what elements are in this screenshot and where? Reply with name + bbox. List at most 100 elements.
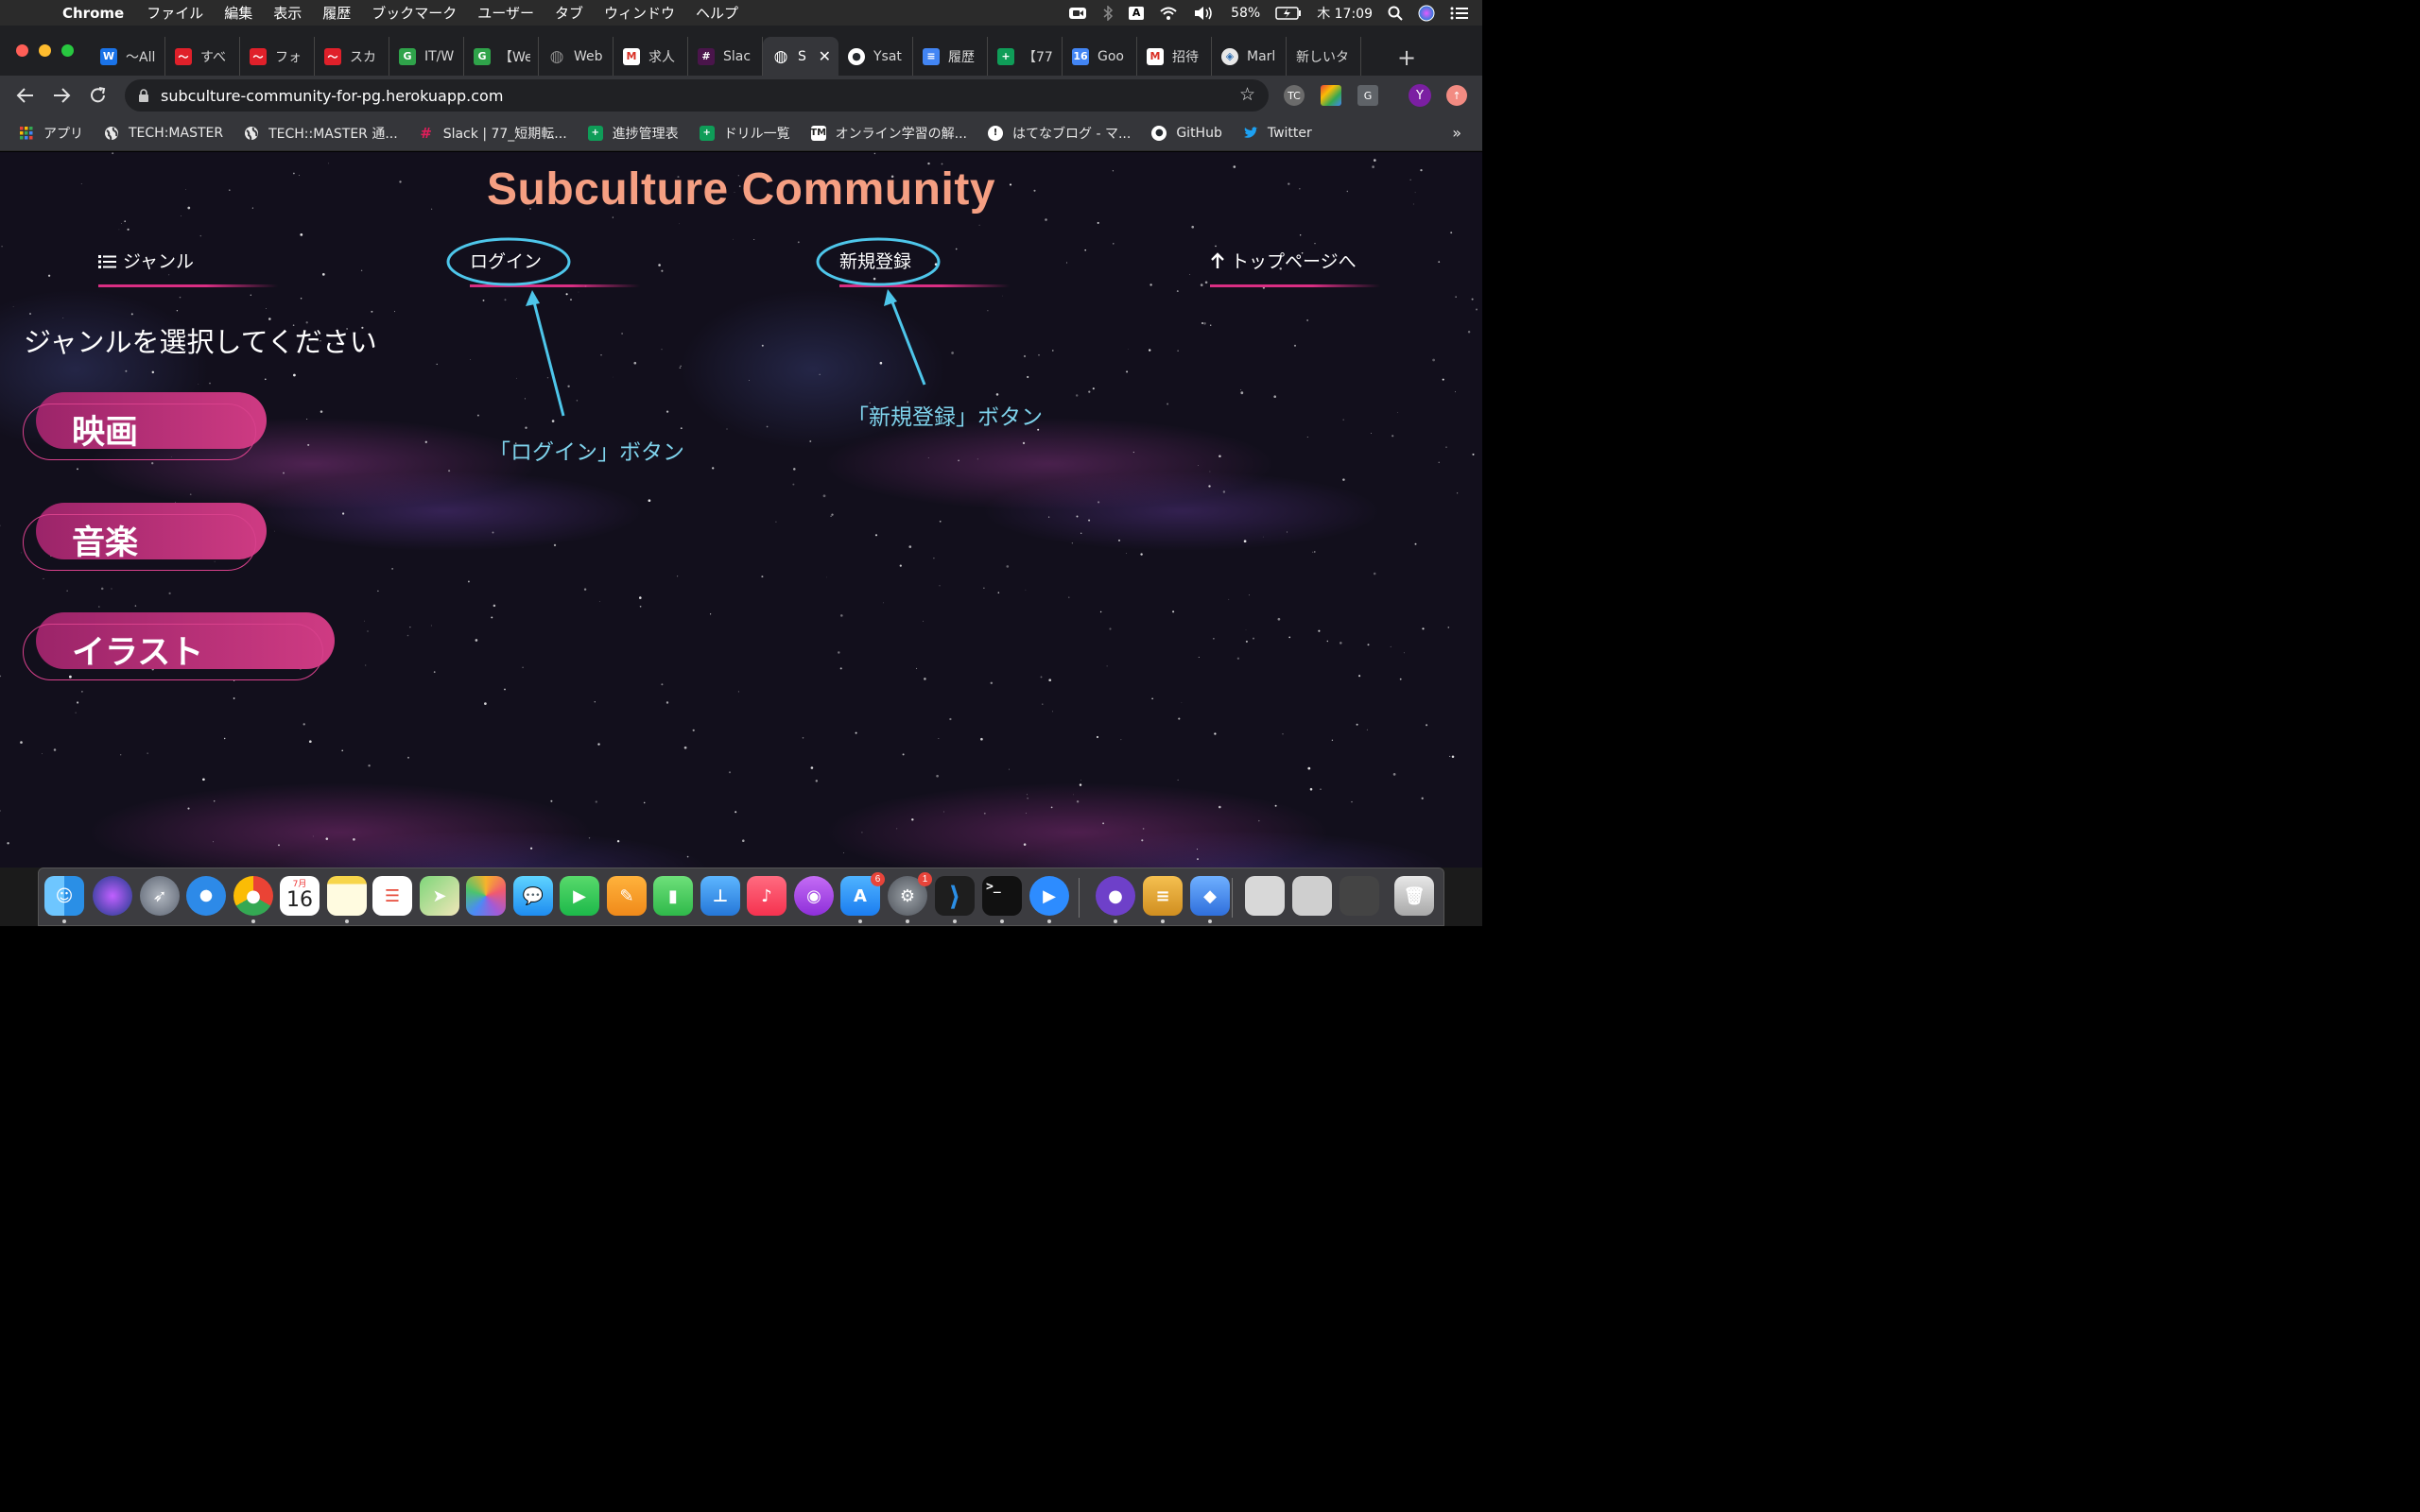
bookmark-item[interactable]: # Slack | 77_短期転... xyxy=(419,124,566,143)
photos-icon[interactable] xyxy=(466,876,506,916)
reminders-icon[interactable]: ☰ xyxy=(372,876,412,916)
tableplus-icon[interactable]: ◆ xyxy=(1190,876,1230,916)
app-menu-chrome[interactable]: Chrome xyxy=(62,5,124,22)
extension-chromecast-icon[interactable] xyxy=(1321,85,1341,106)
tab-active[interactable]: ◍ S ✕ xyxy=(763,37,838,76)
browser-tab[interactable]: + 【77 xyxy=(988,37,1063,76)
lock-icon[interactable] xyxy=(138,89,149,102)
keynote-icon[interactable]: ⊥ xyxy=(700,876,740,916)
siri-icon[interactable] xyxy=(1418,5,1435,22)
browser-tab[interactable]: 新しいタ xyxy=(1287,37,1361,76)
downloads-stack-icon[interactable] xyxy=(1245,876,1285,916)
browser-tab[interactable]: ◈ Marl xyxy=(1212,37,1287,76)
menu-file[interactable]: ファイル xyxy=(147,3,203,23)
bookmark-item[interactable]: Twitter xyxy=(1243,126,1312,141)
notification-center-icon[interactable] xyxy=(1450,7,1469,20)
browser-tab[interactable]: 〜フォ xyxy=(240,37,315,76)
menu-bookmarks[interactable]: ブックマーク xyxy=(372,3,457,23)
dock-separator xyxy=(1232,878,1233,918)
tab-title: Goo xyxy=(1098,48,1124,64)
profile-avatar[interactable]: Y xyxy=(1409,84,1431,107)
browser-tab[interactable]: G 【We xyxy=(464,37,539,76)
genre-button-outline xyxy=(23,404,256,460)
tab-close-icon[interactable]: ✕ xyxy=(819,47,831,65)
browser-tab[interactable]: # Slac xyxy=(688,37,763,76)
menu-window[interactable]: ウィンドウ xyxy=(604,3,675,23)
siri-icon[interactable] xyxy=(93,876,132,916)
notes-icon[interactable] xyxy=(327,876,367,916)
launchpad-icon[interactable]: ➶ xyxy=(140,876,180,916)
messages-icon[interactable]: 💬 xyxy=(513,876,553,916)
terminal-icon[interactable]: >_ xyxy=(982,876,1022,916)
window-close-button[interactable] xyxy=(16,44,28,57)
vscode-icon[interactable]: ⟩ xyxy=(935,876,975,916)
forward-arrow-icon[interactable] xyxy=(52,86,71,105)
zoom-icon[interactable]: ▶ xyxy=(1029,876,1069,916)
running-indicator xyxy=(1208,919,1212,923)
new-tab-plus-icon[interactable]: + xyxy=(1397,44,1416,71)
bookmark-item[interactable]: ! はてなブログ - マ... xyxy=(988,124,1131,143)
bookmark-item[interactable]: TECH:MASTER xyxy=(104,126,223,141)
window-zoom-button[interactable] xyxy=(61,44,74,57)
browser-tab[interactable]: ◍ Web xyxy=(539,37,614,76)
browser-tab[interactable]: M 招待 xyxy=(1137,37,1212,76)
bookmark-item[interactable]: TM オンライン学習の解... xyxy=(810,124,968,143)
volume-icon[interactable] xyxy=(1193,6,1216,21)
url-text[interactable]: subculture-community-for-pg.herokuapp.co… xyxy=(161,87,503,105)
address-bar[interactable]: subculture-community-for-pg.herokuapp.co… xyxy=(125,79,1269,112)
browser-tab[interactable]: W 〜All xyxy=(91,37,165,76)
sequel-pro-icon[interactable]: ≡ xyxy=(1143,876,1183,916)
tab-title: Slac xyxy=(723,48,752,64)
bookmark-star-icon[interactable]: ☆ xyxy=(1239,84,1255,105)
bookmark-item[interactable]: TECH::MASTER 通... xyxy=(244,124,398,143)
window-minimize-button[interactable] xyxy=(39,44,51,57)
back-arrow-icon[interactable] xyxy=(16,86,35,105)
bookmark-item[interactable]: ● GitHub xyxy=(1151,125,1222,141)
music-icon[interactable]: ♪ xyxy=(747,876,786,916)
spotlight-search-icon[interactable] xyxy=(1388,6,1403,21)
menu-view[interactable]: 表示 xyxy=(273,3,302,23)
bookmark-item[interactable]: アプリ xyxy=(19,124,83,143)
tab-title: IT/W xyxy=(424,48,455,64)
menubar-clock[interactable]: 木 17:09 xyxy=(1317,4,1373,23)
trash-icon[interactable]: 🗑 xyxy=(1394,876,1434,916)
browser-tab[interactable]: ● Ysat xyxy=(838,37,913,76)
browser-tab[interactable]: 16 Goo xyxy=(1063,37,1137,76)
numbers-icon[interactable]: ▮ xyxy=(653,876,693,916)
menu-people[interactable]: ユーザー xyxy=(477,3,534,23)
extension-g-icon[interactable]: G xyxy=(1357,85,1378,106)
github-desktop-icon[interactable]: ● xyxy=(1096,876,1135,916)
bookmark-item[interactable]: + 進捗管理表 xyxy=(587,124,679,143)
zoom-status-icon[interactable] xyxy=(1068,7,1087,20)
menu-history[interactable]: 履歴 xyxy=(322,3,351,23)
browser-tab[interactable]: 〜すべ xyxy=(165,37,240,76)
browser-tab[interactable]: 〜スカ xyxy=(315,37,389,76)
menu-help[interactable]: ヘルプ xyxy=(696,3,738,23)
extension-tc-icon[interactable]: TC xyxy=(1284,85,1305,106)
facetime-icon[interactable]: ▶ xyxy=(560,876,599,916)
reload-icon[interactable] xyxy=(89,86,108,105)
browser-tab[interactable]: ≡ 履歴 xyxy=(913,37,988,76)
finder-icon[interactable]: ☺ xyxy=(44,876,84,916)
browser-tab[interactable]: G IT/W xyxy=(389,37,464,76)
wifi-icon[interactable] xyxy=(1159,6,1178,21)
chrome-icon[interactable]: ● xyxy=(233,876,273,916)
safari-icon[interactable]: ✦ xyxy=(186,876,226,916)
bluetooth-icon[interactable] xyxy=(1102,5,1114,21)
chrome-update-icon[interactable]: ↑ xyxy=(1446,85,1467,106)
activity-stack-icon[interactable] xyxy=(1340,876,1379,916)
browser-tab[interactable]: M 求人 xyxy=(614,37,688,76)
tab-title: 【77 xyxy=(1023,49,1053,65)
screenshots-stack-icon[interactable] xyxy=(1292,876,1332,916)
calendar-icon[interactable]: 7月 16 xyxy=(280,876,320,916)
bookmark-label: オンライン学習の解... xyxy=(835,126,968,142)
pages-icon[interactable]: ✎ xyxy=(607,876,647,916)
input-source-indicator[interactable]: A xyxy=(1129,6,1145,20)
bookmark-item[interactable]: + ドリル一覧 xyxy=(699,124,790,143)
menu-tab[interactable]: タブ xyxy=(555,3,583,23)
battery-charging-icon[interactable] xyxy=(1275,6,1302,20)
menu-edit[interactable]: 編集 xyxy=(224,3,252,23)
bookmarks-overflow-icon[interactable]: » xyxy=(1452,124,1461,142)
podcasts-icon[interactable]: ◉ xyxy=(794,876,834,916)
maps-icon[interactable]: ➤ xyxy=(420,876,459,916)
